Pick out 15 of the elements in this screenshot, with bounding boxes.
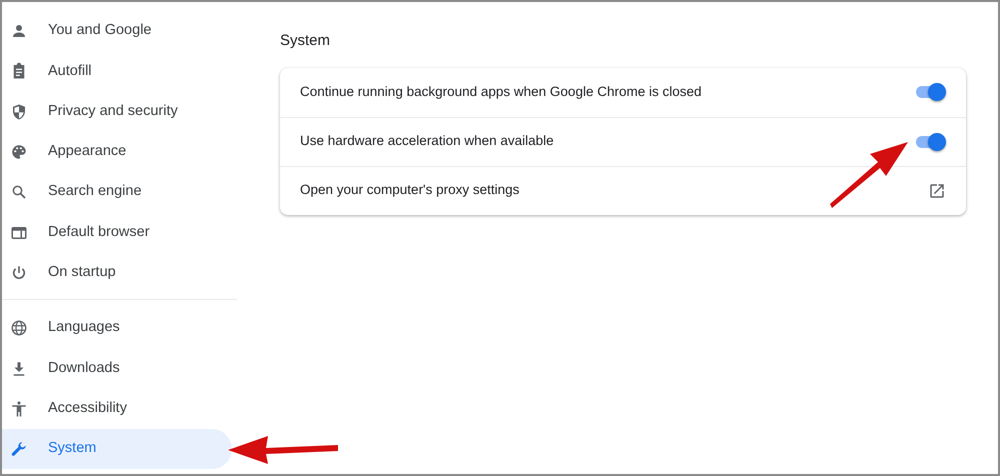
setting-label[interactable]: Open your computer's proxy settings [300,180,520,201]
setting-label: Continue running background apps when Google Chrome is closed [300,82,702,101]
sidebar-item[interactable]: Appearance [2,132,232,172]
sidebar-item[interactable]: Accessibility [2,388,232,429]
sidebar-item[interactable]: System [2,428,232,470]
sidebar-item[interactable]: Autofill [2,51,232,92]
section-title: System [280,31,332,51]
setting-label: Use hardware acceleration when available [300,132,554,150]
sidebar-item[interactable]: You and Google [2,11,232,52]
sidebar-item[interactable]: Default browser [2,212,232,253]
sidebar-item[interactable]: Languages [2,308,232,348]
sidebar-item[interactable]: Search engine [2,172,232,212]
sidebar-item[interactable]: Privacy and security [2,92,232,132]
sidebar-item[interactable]: Downloads [2,348,232,389]
sidebar-item[interactable]: On startup [2,252,232,294]
